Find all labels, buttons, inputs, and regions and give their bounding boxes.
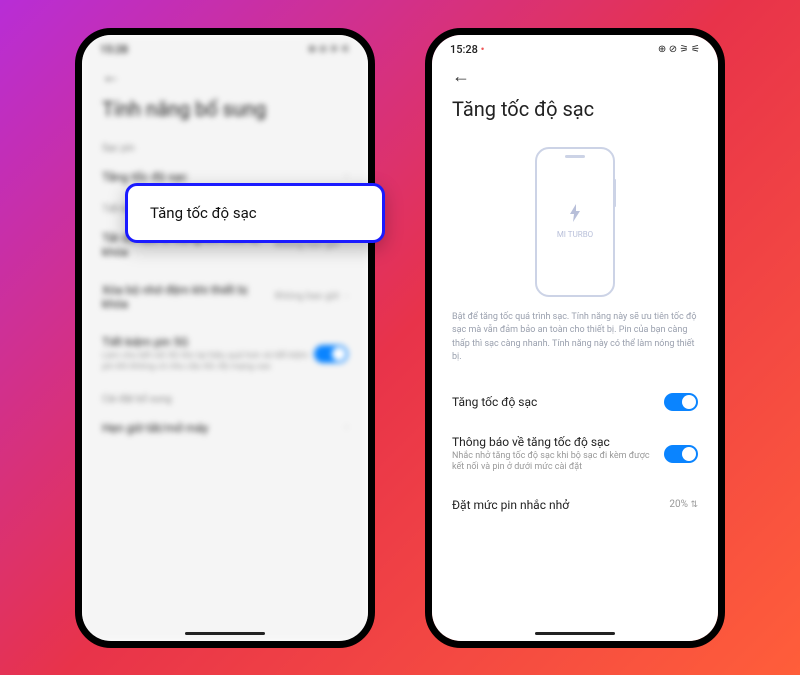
row-boost-notification[interactable]: Thông báo về tăng tốc độ sạc Nhắc nhở tă… xyxy=(432,423,718,486)
row-boost-toggle[interactable]: Tăng tốc độ sạc xyxy=(432,381,718,423)
lightning-icon xyxy=(568,204,582,226)
highlight-label: Tăng tốc độ sạc xyxy=(150,204,257,222)
highlight-boost-charging[interactable]: Tăng tốc độ sạc xyxy=(125,183,385,243)
back-button[interactable]: ← xyxy=(82,60,140,93)
status-time: 15:28 xyxy=(100,43,128,56)
row-schedule-power[interactable]: Hẹn giờ tắt/mở máy › xyxy=(82,409,368,447)
left-phone-wrapper: 15:28 ⊕ ⊘ ⚞ ⚟ ← Tính năng bổ sung Sạc pi… xyxy=(75,28,375,648)
back-button[interactable]: ← xyxy=(432,60,490,93)
arrow-left-icon: ← xyxy=(452,66,470,87)
phone-frame-right: 15:28 • ⊕ ⊘ ⚞ ⚟ ← Tăng tốc độ sạc MI TUR… xyxy=(425,28,725,648)
updown-icon: ⇅ xyxy=(690,500,698,510)
feature-description: Bật để tăng tốc quá trình sạc. Tính năng… xyxy=(432,311,718,381)
row-battery-threshold[interactable]: Đặt mức pin nhắc nhở 20% ⇅ xyxy=(432,486,718,524)
status-bar: 15:28 ⊕ ⊘ ⚞ ⚟ xyxy=(82,35,368,60)
row-5g-saver[interactable]: Tiết kiệm pin 5G Làm cho kết nối 5G tồn … xyxy=(82,323,368,386)
section-charging: Sạc pin xyxy=(82,135,368,158)
page-title: Tính năng bổ sung xyxy=(82,93,368,135)
screen-left: 15:28 ⊕ ⊘ ⚞ ⚟ ← Tính năng bổ sung Sạc pi… xyxy=(82,35,368,641)
status-bar: 15:28 • ⊕ ⊘ ⚞ ⚟ xyxy=(432,35,718,60)
arrow-left-icon: ← xyxy=(102,66,120,87)
page-title: Tăng tốc độ sạc xyxy=(432,93,718,135)
section-additional: Cài đặt bổ sung xyxy=(82,386,368,409)
status-icons: ⊕ ⊘ ⚞ ⚟ xyxy=(658,44,700,55)
chevron-right-icon: › xyxy=(345,171,348,182)
row-clear-cache-lock[interactable]: Xóa bộ nhớ đệm khi thiết bị khóa Không b… xyxy=(82,271,368,323)
toggle-boost-notification[interactable] xyxy=(664,445,698,463)
toggle-boost-charging[interactable] xyxy=(664,393,698,411)
home-indicator[interactable] xyxy=(185,632,265,635)
phone-illustration: MI TURBO xyxy=(535,147,615,297)
chevron-right-icon: › xyxy=(345,422,348,433)
status-time: 15:28 • xyxy=(450,43,485,56)
home-indicator[interactable] xyxy=(535,632,615,635)
phone-frame-left: 15:28 ⊕ ⊘ ⚞ ⚟ ← Tính năng bổ sung Sạc pi… xyxy=(75,28,375,648)
chevron-right-icon: › xyxy=(345,291,348,302)
screen-right: 15:28 • ⊕ ⊘ ⚞ ⚟ ← Tăng tốc độ sạc MI TUR… xyxy=(432,35,718,641)
toggle-5g-saver[interactable] xyxy=(314,345,348,363)
illustration-caption: MI TURBO xyxy=(557,230,593,239)
status-icons: ⊕ ⊘ ⚞ ⚟ xyxy=(308,44,350,55)
